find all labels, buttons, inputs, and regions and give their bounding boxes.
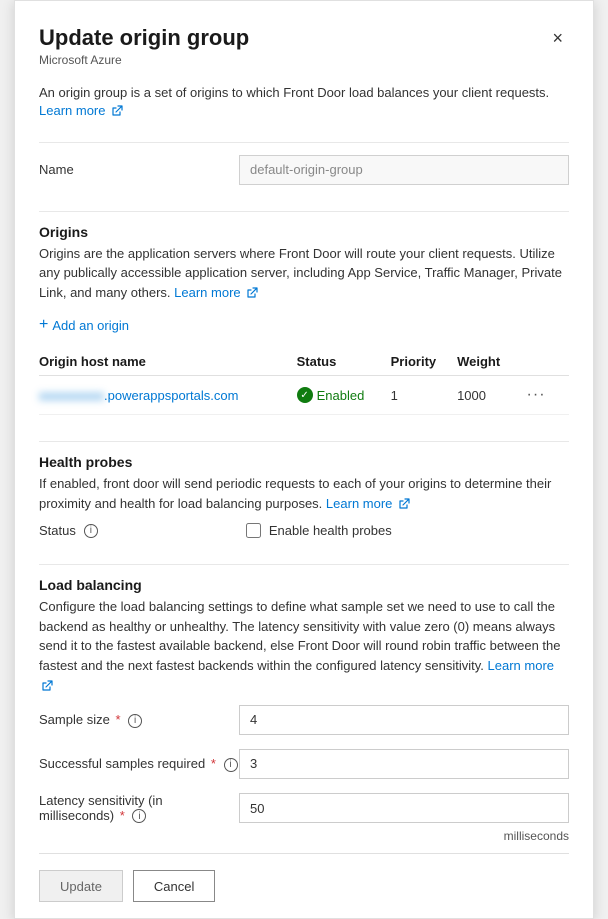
latency-sensitivity-info-icon[interactable]: i [132,809,146,823]
col-header-priority: Priority [391,348,457,376]
enable-health-probes-checkbox[interactable] [246,523,261,538]
table-row: xxxxxxxxxx.powerappsportals.com ✓ Enable… [39,376,569,415]
successful-samples-required: * [211,756,216,771]
intro-learn-more-label: Learn more [39,103,105,118]
latency-sensitivity-label: Latency sensitivity (in milliseconds) * … [39,793,239,824]
load-balancing-learn-more-label: Learn more [488,658,554,673]
table-header-row: Origin host name Status Priority Weight [39,348,569,376]
health-probes-external-link-icon [398,498,410,510]
sample-size-required: * [115,712,120,727]
external-link-icon [111,105,123,117]
intro-description: An origin group is a set of origins to w… [39,85,549,100]
divider-1 [39,142,569,143]
sample-size-row: Sample size * i [39,705,569,735]
col-header-actions [521,348,569,376]
load-balancing-description: Configure the load balancing settings to… [39,597,569,695]
load-balancing-title: Load balancing [39,577,569,593]
title-area: Update origin group Microsoft Azure [39,25,249,79]
health-probes-learn-more-label: Learn more [326,496,392,511]
intro-learn-more-link[interactable]: Learn more [39,103,123,118]
name-row: Name [39,155,569,185]
successful-samples-info-icon[interactable]: i [224,758,238,772]
health-probes-status-label: Status [39,523,76,538]
plus-icon: + [39,316,48,334]
panel-header: Update origin group Microsoft Azure × [39,25,569,79]
origins-description: Origins are the application servers wher… [39,244,569,303]
origins-learn-more-label: Learn more [174,285,240,300]
update-origin-group-panel: Update origin group Microsoft Azure × An… [14,0,594,919]
load-balancing-section: Load balancing Configure the load balanc… [39,577,569,853]
successful-samples-input[interactable] [239,749,569,779]
add-origin-label: Add an origin [52,318,129,333]
intro-section: An origin group is a set of origins to w… [39,83,569,118]
origin-host-link[interactable]: xxxxxxxxxx.powerappsportals.com [39,388,238,403]
health-probes-description: If enabled, front door will send periodi… [39,474,569,513]
origin-host-blurred: xxxxxxxxxx [39,388,104,403]
latency-sensitivity-row: Latency sensitivity (in milliseconds) * … [39,793,569,824]
origins-title: Origins [39,224,569,240]
health-probes-title: Health probes [39,454,569,470]
origin-priority-cell: 1 [391,376,457,415]
sample-size-info-icon[interactable]: i [128,714,142,728]
panel-footer: Update Cancel [39,853,569,918]
add-origin-button[interactable]: + Add an origin [39,312,129,338]
enable-health-probes-label: Enable health probes [269,523,392,538]
panel-subtitle: Microsoft Azure [39,53,249,67]
col-header-weight: Weight [457,348,520,376]
health-probes-learn-more-link[interactable]: Learn more [326,496,410,511]
name-label: Name [39,162,239,177]
panel-title: Update origin group [39,25,249,51]
origin-status-cell: ✓ Enabled [297,376,391,415]
milliseconds-label: milliseconds [39,829,569,843]
origin-status-enabled: ✓ Enabled [297,387,383,403]
origins-external-link-icon [246,287,258,299]
latency-sensitivity-input[interactable] [239,793,569,823]
latency-sensitivity-required: * [120,808,125,823]
origin-status-text: Enabled [317,388,365,403]
origins-table: Origin host name Status Priority Weight … [39,348,569,415]
origin-actions-cell: ··· [521,376,569,415]
origin-weight-cell: 1000 [457,376,520,415]
col-header-host: Origin host name [39,348,297,376]
health-probes-section: Health probes If enabled, front door wil… [39,454,569,552]
successful-samples-row: Successful samples required * i [39,749,569,779]
divider-2 [39,211,569,212]
origins-learn-more-link[interactable]: Learn more [174,285,258,300]
health-probes-info-icon[interactable]: i [84,524,98,538]
origins-section: Origins Origins are the application serv… [39,224,569,430]
name-input[interactable] [239,155,569,185]
successful-samples-label: Successful samples required * i [39,756,239,772]
close-button[interactable]: × [546,27,569,49]
check-circle-icon: ✓ [297,387,313,403]
divider-4 [39,564,569,565]
health-probes-status-row: Status i Enable health probes [39,523,569,538]
origin-more-button[interactable]: ··· [521,384,552,406]
col-header-status: Status [297,348,391,376]
origin-host-domain: .powerappsportals.com [104,388,238,403]
cancel-button[interactable]: Cancel [133,870,215,902]
health-probes-checkbox-container: Enable health probes [246,523,392,538]
load-balancing-external-link-icon [41,680,53,692]
divider-3 [39,441,569,442]
sample-size-label: Sample size * i [39,712,239,728]
sample-size-input[interactable] [239,705,569,735]
update-button[interactable]: Update [39,870,123,902]
origin-host-cell: xxxxxxxxxx.powerappsportals.com [39,376,297,415]
